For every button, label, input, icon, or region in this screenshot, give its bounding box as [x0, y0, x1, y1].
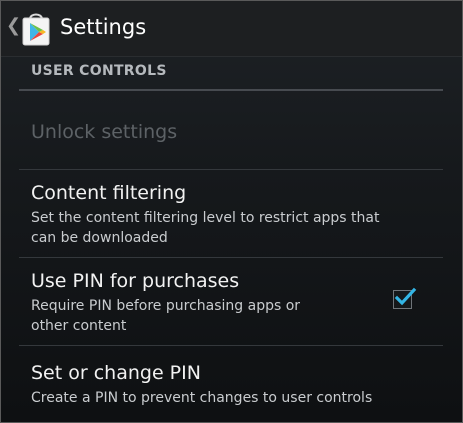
- action-bar-title: Settings: [60, 15, 147, 39]
- pref-summary: Require PIN before purchasing apps or: [31, 298, 301, 314]
- checkmark-icon: [394, 287, 417, 306]
- play-store-icon[interactable]: [19, 9, 53, 47]
- pref-title: Set or change PIN: [31, 362, 201, 384]
- pref-summary: can be downloaded: [31, 230, 168, 246]
- action-bar: ❮ Settings: [1, 1, 462, 57]
- pref-title: Content filtering: [31, 182, 187, 204]
- pref-summary: Set the content filtering level to restr…: [31, 210, 380, 226]
- pref-summary: Create a PIN to prevent changes to user …: [31, 390, 373, 406]
- pref-summary: other content: [31, 318, 127, 334]
- pref-title: Unlock settings: [31, 121, 178, 143]
- pref-unlock-settings: Unlock settings: [1, 92, 462, 170]
- pin-purchase-checkbox[interactable]: [393, 287, 417, 309]
- pref-title: Use PIN for purchases: [31, 270, 240, 292]
- section-header: USER CONTROLS: [31, 63, 167, 79]
- settings-screen: ❮ Settings USER CONTROLS Unlock settings…: [0, 0, 463, 423]
- pref-set-or-change-pin[interactable]: Set or change PIN Create a PIN to preven…: [1, 346, 462, 422]
- pref-content-filtering[interactable]: Content filtering Set the content filter…: [1, 170, 462, 260]
- section-divider: [19, 89, 443, 91]
